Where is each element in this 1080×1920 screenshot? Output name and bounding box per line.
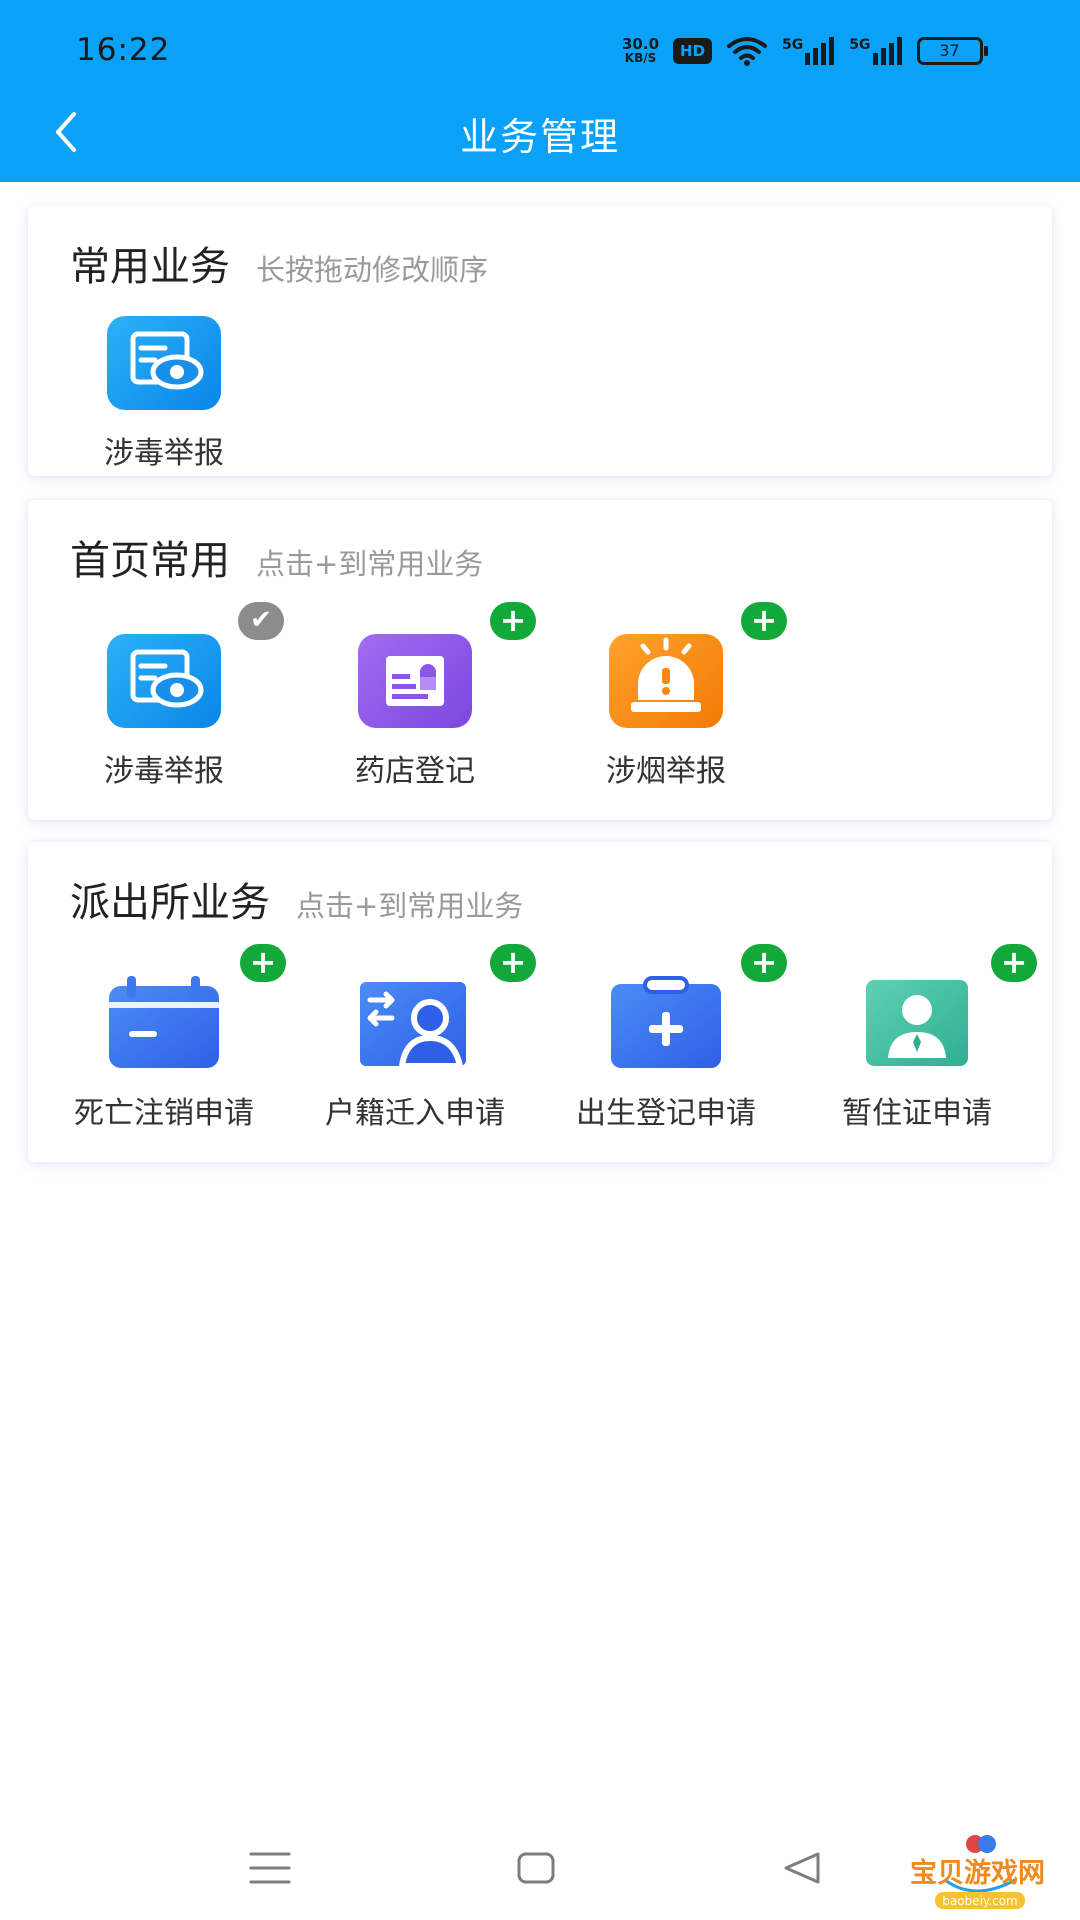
section-title: 派出所业务 <box>70 880 270 926</box>
section-hint: 点击+到常用业务 <box>256 547 484 581</box>
section-hint: 点击+到常用业务 <box>296 889 524 923</box>
menu-icon <box>249 1852 291 1884</box>
section-common: 常用业务 长按拖动修改顺序 涉毒举报 <box>28 206 1052 476</box>
watermark-logo: 宝贝游戏网 baobeiy.com <box>905 1832 1055 1912</box>
section-home: 首页常用 点击+到常用业务 涉毒举报 ✔ 药店登记 + 涉烟举报 + <box>28 500 1052 820</box>
eye-document-icon <box>107 634 221 728</box>
page-title: 业务管理 <box>459 115 620 159</box>
alarm-light-icon <box>609 634 723 728</box>
service-label: 涉毒举报 <box>104 754 224 789</box>
calendar-minus-icon <box>105 976 223 1070</box>
hd-icon: HD <box>673 38 713 64</box>
service-label: 药店登记 <box>355 754 475 789</box>
status-time: 16:22 <box>76 32 171 68</box>
section-header: 派出所业务 点击+到常用业务 <box>70 870 523 928</box>
section-hint: 长按拖动修改顺序 <box>256 253 489 287</box>
signal-icon-2: 5G <box>849 37 902 65</box>
home-square-icon <box>517 1852 555 1884</box>
service-label: 死亡注销申请 <box>74 1096 254 1131</box>
eye-document-icon <box>107 316 221 410</box>
svg-text:baobeiy.com: baobeiy.com <box>942 1894 1017 1908</box>
svg-text:宝贝游戏网: 宝贝游戏网 <box>910 1857 1045 1889</box>
status-bar: 16:22 30.0 KB/S HD 5G 5G 37 <box>0 0 1080 100</box>
section-title: 首页常用 <box>70 538 230 584</box>
service-label: 出生登记申请 <box>576 1096 756 1131</box>
battery-icon: 37 <box>916 37 988 65</box>
section-title: 常用业务 <box>70 244 230 290</box>
signal-icon-1: 5G <box>782 37 835 65</box>
add-plus-button[interactable]: + <box>490 944 536 982</box>
service-item-tobacco-report[interactable]: 涉烟举报 <box>541 634 791 790</box>
add-plus-button[interactable]: + <box>240 944 286 982</box>
transfer-person-icon <box>356 976 474 1070</box>
service-label: 涉烟举报 <box>606 754 726 789</box>
section-header: 常用业务 长按拖动修改顺序 <box>70 234 488 292</box>
add-plus-button[interactable]: + <box>991 944 1037 982</box>
home-button[interactable] <box>516 1850 556 1890</box>
service-item-household-migrate[interactable]: 户籍迁入申请 <box>290 976 540 1132</box>
service-label: 涉毒举报 <box>104 436 224 471</box>
service-label: 户籍迁入申请 <box>325 1096 505 1131</box>
service-item-drug-report[interactable]: 涉毒举报 <box>39 316 289 472</box>
service-item-birth-register[interactable]: 出生登记申请 <box>541 976 791 1132</box>
section-header: 首页常用 点击+到常用业务 <box>70 528 483 586</box>
person-tie-icon <box>858 976 976 1070</box>
back-triangle-icon <box>784 1852 820 1884</box>
service-item-residence-permit[interactable]: 暂住证申请 <box>792 976 1042 1132</box>
id-card-icon <box>358 634 472 728</box>
net-speed: 30.0 KB/S <box>622 35 660 66</box>
clipboard-plus-icon <box>607 976 725 1070</box>
top-bar: 16:22 30.0 KB/S HD 5G 5G 37 业务管理 <box>0 0 1080 182</box>
wifi-icon <box>727 37 768 66</box>
add-plus-button[interactable]: + <box>490 602 536 640</box>
section-police-station: 派出所业务 点击+到常用业务 死亡注销申请 + 户籍迁入申请 + 出生登记申请 … <box>28 842 1052 1162</box>
service-item-drug-report[interactable]: 涉毒举报 <box>39 634 289 790</box>
back-nav-button[interactable] <box>782 1850 822 1890</box>
service-item-pharmacy-register[interactable]: 药店登记 <box>290 634 540 790</box>
add-plus-button[interactable]: + <box>741 944 787 982</box>
menu-button[interactable] <box>248 1850 292 1890</box>
service-label: 暂住证申请 <box>842 1096 992 1131</box>
nav-bar: 业务管理 <box>0 100 1080 182</box>
status-indicators: 30.0 KB/S HD 5G 5G 37 <box>622 28 988 74</box>
added-check-badge[interactable]: ✔ <box>238 602 284 640</box>
service-item-death-cancel[interactable]: 死亡注销申请 <box>39 976 289 1132</box>
add-plus-button[interactable]: + <box>741 602 787 640</box>
